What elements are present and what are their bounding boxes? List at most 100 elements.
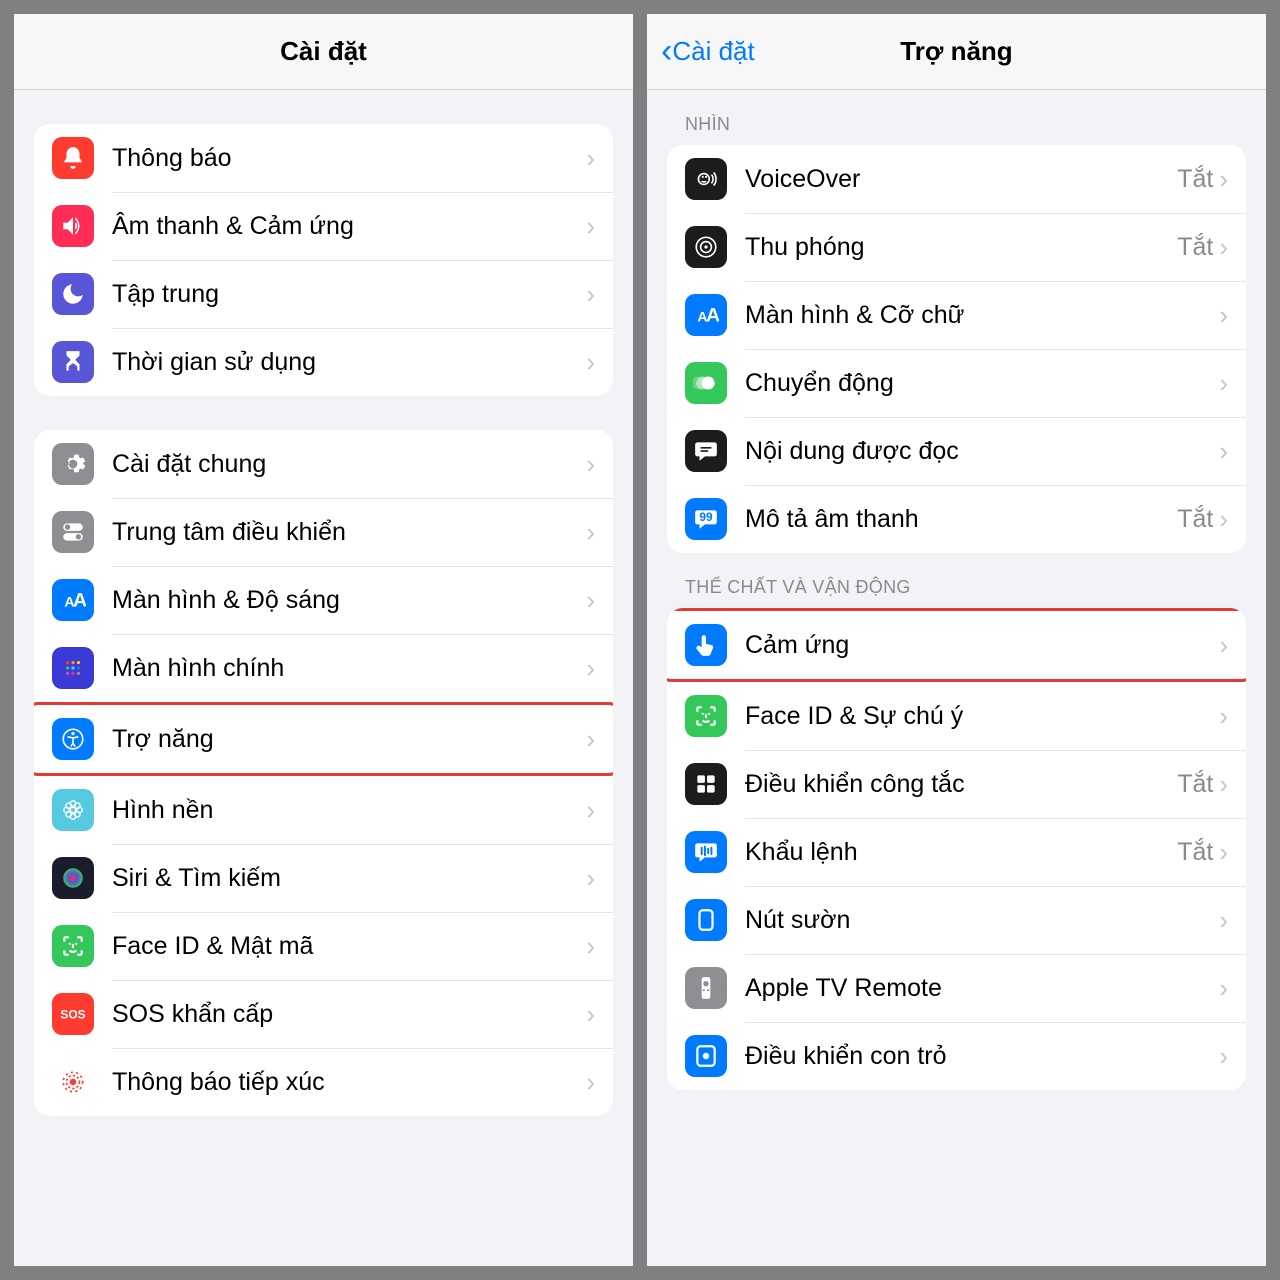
row-label: Âm thanh & Cảm ứng bbox=[112, 212, 586, 241]
chevron-right-icon: › bbox=[586, 795, 595, 826]
switches-icon bbox=[52, 511, 94, 553]
row-faceid-attn[interactable]: Face ID & Sự chú ý› bbox=[667, 682, 1246, 750]
svg-text:A: A bbox=[706, 305, 719, 327]
siri-icon bbox=[52, 857, 94, 899]
chevron-right-icon: › bbox=[586, 931, 595, 962]
chevron-right-icon: › bbox=[586, 724, 595, 755]
chevron-right-icon: › bbox=[1219, 630, 1228, 661]
row-label: Hình nền bbox=[112, 796, 586, 825]
row-apple-tv[interactable]: Apple TV Remote› bbox=[667, 954, 1246, 1022]
accessibility-content[interactable]: NHÌNVoiceOverTắt›Thu phóngTắt›AAMàn hình… bbox=[647, 90, 1266, 1266]
row-exposure[interactable]: Thông báo tiếp xúc› bbox=[34, 1048, 613, 1116]
row-status: Tắt bbox=[1177, 233, 1213, 262]
switch-ctrl-icon bbox=[685, 763, 727, 805]
speech-icon bbox=[685, 430, 727, 472]
row-accessibility[interactable]: Trợ năng› bbox=[34, 705, 613, 773]
row-label: Trung tâm điều khiển bbox=[112, 518, 586, 547]
gear-icon bbox=[52, 443, 94, 485]
page-title: Trợ năng bbox=[900, 36, 1012, 67]
row-label: Trợ năng bbox=[112, 725, 586, 754]
row-notifications[interactable]: Thông báo› bbox=[34, 124, 613, 192]
section-header: THỂ CHẤT VÀ VẬN ĐỘNG bbox=[667, 553, 1246, 608]
voiceover-icon bbox=[685, 158, 727, 200]
header: ‹ Cài đặt Trợ năng bbox=[647, 14, 1266, 90]
chevron-right-icon: › bbox=[1219, 300, 1228, 331]
settings-screen: Cài đặt Thông báo›Âm thanh & Cảm ứng›Tập… bbox=[14, 14, 633, 1266]
row-label: Face ID & Sự chú ý bbox=[745, 702, 1219, 731]
chevron-right-icon: › bbox=[586, 517, 595, 548]
row-control-center[interactable]: Trung tâm điều khiển› bbox=[34, 498, 613, 566]
row-spoken[interactable]: Nội dung được đọc› bbox=[667, 417, 1246, 485]
row-siri[interactable]: Siri & Tìm kiếm› bbox=[34, 844, 613, 912]
row-faceid[interactable]: Face ID & Mật mã› bbox=[34, 912, 613, 980]
settings-content[interactable]: Thông báo›Âm thanh & Cảm ứng›Tập trung›T… bbox=[14, 90, 633, 1266]
row-voiceover[interactable]: VoiceOverTắt› bbox=[667, 145, 1246, 213]
row-status: Tắt bbox=[1177, 838, 1213, 867]
row-label: Chuyển động bbox=[745, 369, 1219, 398]
row-label: Nội dung được đọc bbox=[745, 437, 1219, 466]
row-general[interactable]: Cài đặt chung› bbox=[34, 430, 613, 498]
pointer-icon bbox=[685, 1035, 727, 1077]
row-label: Apple TV Remote bbox=[745, 974, 1219, 1003]
back-button[interactable]: ‹ Cài đặt bbox=[661, 14, 755, 89]
chevron-right-icon: › bbox=[1219, 769, 1228, 800]
row-focus[interactable]: Tập trung› bbox=[34, 260, 613, 328]
svg-text:SOS: SOS bbox=[60, 1007, 85, 1021]
settings-group: Cảm ứng›Face ID & Sự chú ý›Điều khiển cô… bbox=[667, 608, 1246, 1090]
row-label: Điều khiển con trỏ bbox=[745, 1042, 1219, 1071]
row-label: Cảm ứng bbox=[745, 631, 1219, 660]
flower-icon bbox=[52, 789, 94, 831]
faceid-icon bbox=[685, 695, 727, 737]
row-display-text[interactable]: AAMàn hình & Cỡ chữ› bbox=[667, 281, 1246, 349]
row-side-button[interactable]: Nút sườn› bbox=[667, 886, 1246, 954]
chevron-right-icon: › bbox=[1219, 164, 1228, 195]
row-label: Mô tả âm thanh bbox=[745, 505, 1177, 534]
row-wallpaper[interactable]: Hình nền› bbox=[34, 776, 613, 844]
row-voice-control[interactable]: Khẩu lệnhTắt› bbox=[667, 818, 1246, 886]
row-pointer[interactable]: Điều khiển con trỏ› bbox=[667, 1022, 1246, 1090]
grid-icon bbox=[52, 647, 94, 689]
header: Cài đặt bbox=[14, 14, 633, 90]
row-label: Thời gian sử dụng bbox=[112, 348, 586, 377]
chevron-right-icon: › bbox=[1219, 905, 1228, 936]
row-label: Nút sườn bbox=[745, 906, 1219, 935]
chevron-right-icon: › bbox=[1219, 1041, 1228, 1072]
quote-icon: 99 bbox=[685, 498, 727, 540]
row-display[interactable]: AAMàn hình & Độ sáng› bbox=[34, 566, 613, 634]
chevron-right-icon: › bbox=[1219, 232, 1228, 263]
chevron-right-icon: › bbox=[1219, 837, 1228, 868]
chevron-left-icon: ‹ bbox=[661, 32, 672, 71]
chevron-right-icon: › bbox=[586, 449, 595, 480]
chevron-right-icon: › bbox=[586, 999, 595, 1030]
chevron-right-icon: › bbox=[586, 279, 595, 310]
row-audio-desc[interactable]: 99Mô tả âm thanhTắt› bbox=[667, 485, 1246, 553]
row-status: Tắt bbox=[1177, 770, 1213, 799]
row-screentime[interactable]: Thời gian sử dụng› bbox=[34, 328, 613, 396]
chevron-right-icon: › bbox=[1219, 368, 1228, 399]
row-home-screen[interactable]: Màn hình chính› bbox=[34, 634, 613, 702]
chevron-right-icon: › bbox=[1219, 973, 1228, 1004]
row-motion[interactable]: Chuyển động› bbox=[667, 349, 1246, 417]
remote-icon bbox=[685, 967, 727, 1009]
row-sos[interactable]: SOS SOS khẩn cấp› bbox=[34, 980, 613, 1048]
bell-icon bbox=[52, 137, 94, 179]
row-switch-control[interactable]: Điều khiển công tắcTắt› bbox=[667, 750, 1246, 818]
row-label: Siri & Tìm kiếm bbox=[112, 864, 586, 893]
row-sounds[interactable]: Âm thanh & Cảm ứng› bbox=[34, 192, 613, 260]
aa-icon: AA bbox=[685, 294, 727, 336]
chevron-right-icon: › bbox=[586, 863, 595, 894]
row-zoom[interactable]: Thu phóngTắt› bbox=[667, 213, 1246, 281]
chevron-right-icon: › bbox=[1219, 701, 1228, 732]
chevron-right-icon: › bbox=[586, 347, 595, 378]
row-status: Tắt bbox=[1177, 165, 1213, 194]
svg-text:A: A bbox=[73, 590, 86, 612]
row-touch[interactable]: Cảm ứng› bbox=[667, 611, 1246, 679]
chevron-right-icon: › bbox=[1219, 436, 1228, 467]
row-label: VoiceOver bbox=[745, 165, 1177, 194]
moon-icon bbox=[52, 273, 94, 315]
aa-icon: AA bbox=[52, 579, 94, 621]
highlighted-row: Trợ năng› bbox=[34, 702, 613, 776]
row-label: SOS khẩn cấp bbox=[112, 1000, 586, 1029]
voice-ctrl-icon bbox=[685, 831, 727, 873]
row-label: Thông báo tiếp xúc bbox=[112, 1068, 586, 1097]
